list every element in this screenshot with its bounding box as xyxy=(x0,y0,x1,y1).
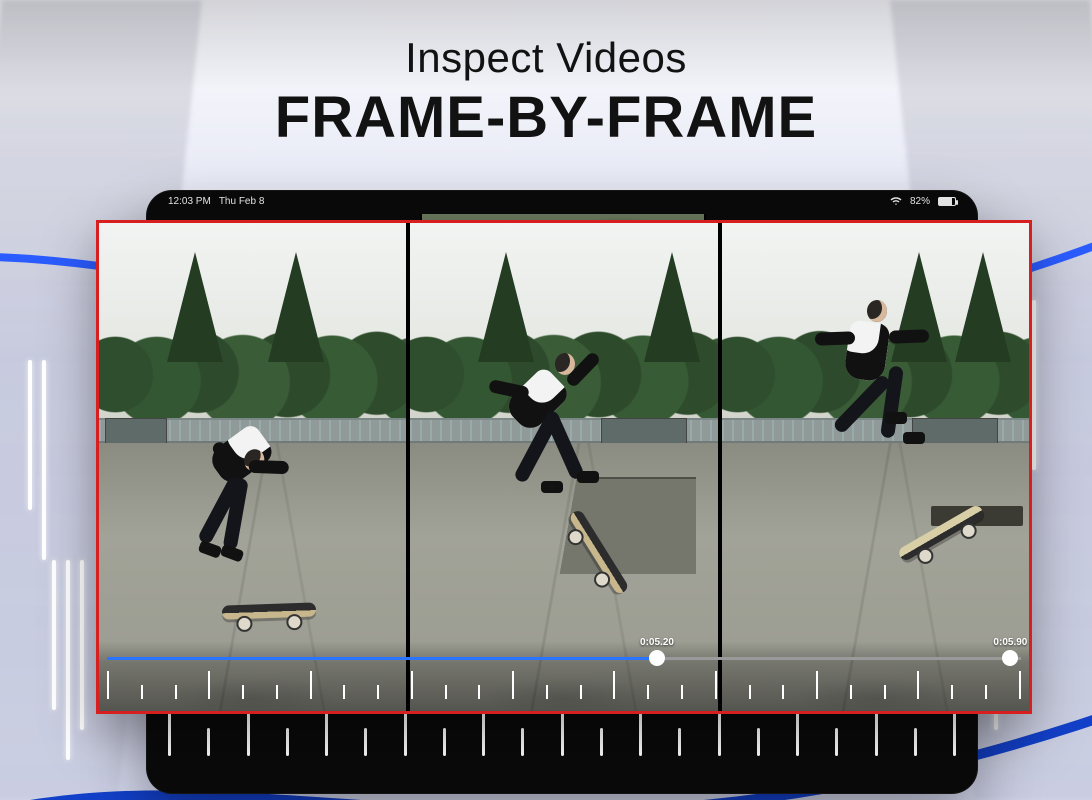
video-frame-3[interactable] xyxy=(718,223,1029,711)
skater-pose-2 xyxy=(539,389,540,390)
statusbar-time: 12:03 PM xyxy=(168,196,211,207)
frame-compare-panel: 0:05.20 0:05.90 xyxy=(96,220,1032,714)
headline-line1: Inspect Videos xyxy=(0,34,1092,82)
panel-timeline-label-a: 0:05.20 xyxy=(640,637,674,648)
status-bar: 12:03 PM Thu Feb 8 82% xyxy=(146,190,978,212)
panel-timeline-marker-b[interactable] xyxy=(1002,650,1018,666)
frame-strip xyxy=(99,223,1029,711)
video-frame-1[interactable] xyxy=(99,223,406,711)
statusbar-battery-pct: 82% xyxy=(910,196,930,207)
wifi-icon xyxy=(890,195,902,207)
panel-timeline: 0:05.20 0:05.90 xyxy=(99,641,1029,711)
panel-timeline-ruler xyxy=(107,671,1021,705)
skateboard-1 xyxy=(222,602,316,619)
skater-pose-1 xyxy=(240,452,241,453)
panel-timeline-marker-a[interactable] xyxy=(649,650,665,666)
headline-line2: FRAME-BY-FRAME xyxy=(0,84,1092,151)
skater-pose-3 xyxy=(869,340,870,341)
panel-timeline-progress xyxy=(107,657,665,660)
statusbar-date: Thu Feb 8 xyxy=(219,196,265,207)
promo-stage: Inspect Videos FRAME-BY-FRAME 12:03 PM T… xyxy=(0,0,1092,800)
decor-ticks-left xyxy=(28,360,88,560)
panel-timeline-label-b: 0:05.90 xyxy=(993,637,1027,648)
promo-headline: Inspect Videos FRAME-BY-FRAME xyxy=(0,34,1092,151)
battery-icon xyxy=(938,197,956,206)
